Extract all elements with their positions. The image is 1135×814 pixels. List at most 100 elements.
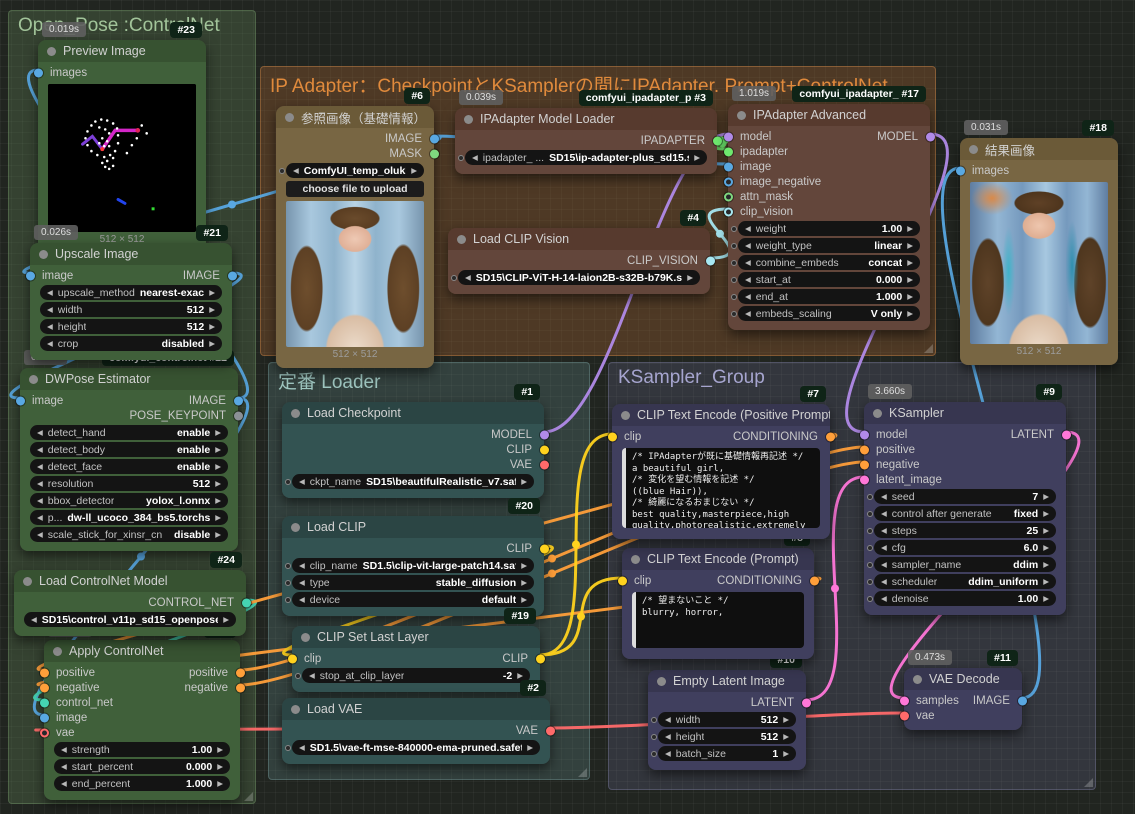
prompt-textarea[interactable]: /* IPAdapterが既に基礎情報再記述 */ a beautiful gi…: [622, 448, 820, 528]
increment-arrow-icon[interactable]: ▶: [209, 289, 215, 297]
collapse-dot-icon[interactable]: [913, 675, 922, 684]
node-header[interactable]: CLIP Set Last Layer: [292, 626, 540, 648]
widget-stop-at-clip-layer[interactable]: ◀stop_at_clip_layer-2▶: [302, 668, 530, 683]
collapse-dot-icon[interactable]: [621, 411, 630, 420]
decrement-arrow-icon[interactable]: ◀: [881, 561, 887, 569]
increment-arrow-icon[interactable]: ▶: [783, 716, 789, 724]
increment-arrow-icon[interactable]: ▶: [521, 478, 527, 486]
output-port-dot-model[interactable]: [540, 430, 549, 439]
increment-arrow-icon[interactable]: ▶: [907, 242, 913, 250]
widget-device[interactable]: ◀devicedefault▶: [292, 592, 534, 607]
widget-control-after-generate[interactable]: ◀control after generatefixed▶: [874, 506, 1056, 521]
node-header[interactable]: Upscale Image: [30, 243, 232, 265]
decrement-arrow-icon[interactable]: ◀: [665, 716, 671, 724]
decrement-arrow-icon[interactable]: ◀: [47, 340, 53, 348]
decrement-arrow-icon[interactable]: ◀: [37, 429, 43, 437]
increment-arrow-icon[interactable]: ▶: [209, 306, 215, 314]
input-port-dot-model[interactable]: [860, 430, 869, 439]
widget-width[interactable]: ◀width512▶: [658, 712, 796, 727]
decrement-arrow-icon[interactable]: ◀: [61, 746, 67, 754]
node-load-clip[interactable]: #20Load CLIPCLIP◀clip_nameSD1.5\clip-vit…: [282, 516, 544, 616]
node-load-controlnet-model[interactable]: #24Load ControlNet ModelCONTROL_NET◀SD15…: [14, 570, 246, 636]
node-vae-decode[interactable]: 0.473s#11VAE DecodesamplesIMAGEvae: [904, 668, 1022, 730]
node-header[interactable]: Load CLIP Vision: [448, 228, 710, 250]
widget-weight[interactable]: ◀weight1.00▶: [738, 221, 920, 236]
increment-arrow-icon[interactable]: ▶: [907, 225, 913, 233]
increment-arrow-icon[interactable]: ▶: [215, 446, 221, 454]
widget-seed[interactable]: ◀seed7▶: [874, 489, 1056, 504]
increment-arrow-icon[interactable]: ▶: [1043, 595, 1049, 603]
decrement-arrow-icon[interactable]: ◀: [299, 562, 305, 570]
node-dwpose-estimator[interactable]: 0.112scomfyui_controlnet #22DWPose Estim…: [20, 368, 238, 551]
node-ipadapter-model-loader[interactable]: 0.039scomfyui_ipadapter_p #3IPAdapter Mo…: [455, 108, 717, 174]
collapse-dot-icon[interactable]: [457, 235, 466, 244]
node-preview-image[interactable]: 0.019s#23Preview Imageimages512 × 512: [38, 40, 206, 253]
collapse-dot-icon[interactable]: [291, 409, 300, 418]
output-port-dot-conditioning[interactable]: [826, 432, 835, 441]
widget-start-percent[interactable]: ◀start_percent0.000▶: [54, 759, 230, 774]
widget-ckpt-name[interactable]: ◀ckpt_nameSD15\beautifulRealistic_v7.saf…: [292, 474, 534, 489]
widget-cfg[interactable]: ◀cfg6.0▶: [874, 540, 1056, 555]
node-apply-controlnet[interactable]: 0.015s#25Apply ControlNetpositivepositiv…: [44, 640, 240, 800]
input-port-dot-ipadapter[interactable]: [724, 147, 733, 156]
node-clip-text-encode-positive-prompt[interactable]: #7CLIP Text Encode (Positive Prompt)clip…: [612, 404, 830, 539]
node-header[interactable]: Empty Latent Image: [648, 670, 806, 692]
input-port-dot-images[interactable]: [956, 166, 965, 175]
decrement-arrow-icon[interactable]: ◀: [745, 276, 751, 284]
output-port-dot-latent[interactable]: [802, 698, 811, 707]
collapse-dot-icon[interactable]: [969, 145, 978, 154]
input-port-dot-samples[interactable]: [900, 696, 909, 705]
increment-arrow-icon[interactable]: ▶: [521, 579, 527, 587]
widget-sd15-control-v11p-sd15-openpose-fp16-s[interactable]: ◀SD15\control_v11p_sd15_openpose_fp16.s.…: [24, 612, 236, 627]
decrement-arrow-icon[interactable]: ◀: [665, 750, 671, 758]
input-port-dot-vae[interactable]: [40, 728, 49, 737]
input-port-dot-attn-mask[interactable]: [724, 192, 733, 201]
decrement-arrow-icon[interactable]: ◀: [37, 480, 43, 488]
decrement-arrow-icon[interactable]: ◀: [881, 578, 887, 586]
input-port-dot-positive[interactable]: [860, 445, 869, 454]
increment-arrow-icon[interactable]: ▶: [215, 514, 221, 522]
increment-arrow-icon[interactable]: ▶: [517, 672, 523, 680]
input-port-dot-vae[interactable]: [900, 711, 909, 720]
node-clip-set-last-layer[interactable]: #19CLIP Set Last LayerclipCLIP◀stop_at_c…: [292, 626, 540, 692]
node-header[interactable]: Preview Image: [38, 40, 206, 62]
widget-crop[interactable]: ◀cropdisabled▶: [40, 336, 222, 351]
node-graph-canvas[interactable]: Open_Pose :ControlNetIP Adapter：Checkpoi…: [0, 0, 1135, 814]
increment-arrow-icon[interactable]: ▶: [1043, 527, 1049, 535]
decrement-arrow-icon[interactable]: ◀: [465, 274, 471, 282]
decrement-arrow-icon[interactable]: ◀: [665, 733, 671, 741]
widget-embeds-scaling[interactable]: ◀embeds_scalingV only▶: [738, 306, 920, 321]
output-port-dot-clip-vision[interactable]: [706, 256, 715, 265]
input-port-dot-image[interactable]: [16, 396, 25, 405]
output-port-dot-image[interactable]: [234, 396, 243, 405]
increment-arrow-icon[interactable]: ▶: [223, 616, 229, 624]
increment-arrow-icon[interactable]: ▶: [1043, 510, 1049, 518]
increment-arrow-icon[interactable]: ▶: [209, 340, 215, 348]
increment-arrow-icon[interactable]: ▶: [215, 531, 221, 539]
increment-arrow-icon[interactable]: ▶: [907, 310, 913, 318]
collapse-dot-icon[interactable]: [873, 409, 882, 418]
node-header[interactable]: Load CLIP: [282, 516, 544, 538]
collapse-dot-icon[interactable]: [53, 647, 62, 656]
widget-clip-name[interactable]: ◀clip_nameSD1.5\clip-vit-large-patch14.s…: [292, 558, 534, 573]
node-empty-latent-image[interactable]: #10Empty Latent ImageLATENT◀width512▶◀he…: [648, 670, 806, 770]
increment-arrow-icon[interactable]: ▶: [783, 750, 789, 758]
widget-weight-type[interactable]: ◀weight_typelinear▶: [738, 238, 920, 253]
collapse-dot-icon[interactable]: [39, 250, 48, 259]
widget-height[interactable]: ◀height512▶: [40, 319, 222, 334]
widget-steps[interactable]: ◀steps25▶: [874, 523, 1056, 538]
input-port-dot-negative[interactable]: [860, 460, 869, 469]
decrement-arrow-icon[interactable]: ◀: [31, 616, 37, 624]
decrement-arrow-icon[interactable]: ◀: [881, 527, 887, 535]
widget-comfyui-temp-olukb[interactable]: ◀ComfyUI_temp_olukb ...▶: [286, 163, 424, 178]
input-port-dot-clip[interactable]: [288, 654, 297, 663]
output-port-dot-negative[interactable]: [236, 683, 245, 692]
decrement-arrow-icon[interactable]: ◀: [299, 478, 305, 486]
decrement-arrow-icon[interactable]: ◀: [745, 310, 751, 318]
output-port-dot-positive[interactable]: [236, 668, 245, 677]
node-load-clip-vision[interactable]: #4Load CLIP VisionCLIP_VISION◀SD15\CLIP-…: [448, 228, 710, 294]
widget-detect-body[interactable]: ◀detect_bodyenable▶: [30, 442, 228, 457]
decrement-arrow-icon[interactable]: ◀: [881, 493, 887, 501]
node-header[interactable]: IPAdapter Model Loader: [455, 108, 717, 130]
increment-arrow-icon[interactable]: ▶: [521, 596, 527, 604]
